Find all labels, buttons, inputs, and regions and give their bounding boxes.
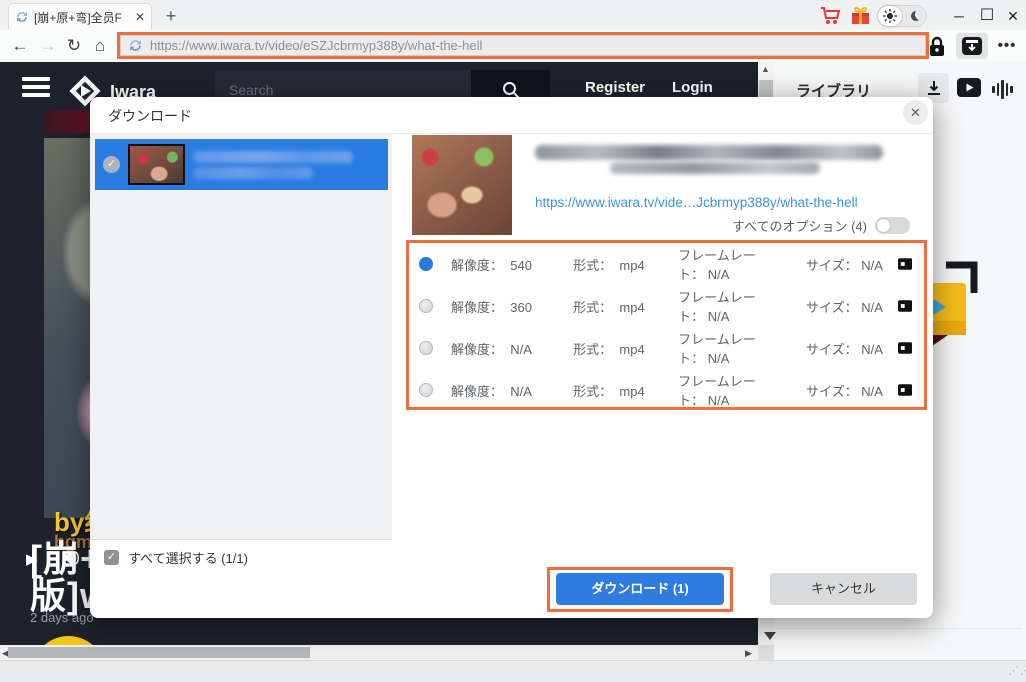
library-audio-tab[interactable] [992,79,1013,99]
format-options-box: 解像度： 540 形式： mp4 フレームレート： N/A サイズ： N/A 解… [406,240,927,410]
list-item[interactable]: ✓ [95,139,388,190]
scroll-up-icon[interactable]: ▲ [761,64,770,74]
dark-mode-segment[interactable] [902,6,926,26]
scrollbar-corner [758,645,774,660]
cancel-button[interactable]: キャンセル [770,573,917,605]
all-options-row: すべてのオプション (4) [90,216,910,234]
library-video-tab[interactable] [957,78,981,97]
home-button[interactable]: ⌂ [88,33,112,59]
theme-toggle[interactable] [877,5,927,27]
item-thumbnail [128,144,185,185]
status-bar [0,660,1026,682]
item-checkbox[interactable]: ✓ [103,156,120,173]
item-title-censored [193,150,353,163]
dropdown-caret-icon[interactable] [764,632,776,640]
video-type-icon [897,384,912,396]
video-type-icon [897,300,912,312]
browser-tab[interactable]: [崩+原+弯]全员F ✕ [8,3,152,30]
list-separator [90,539,392,540]
format-value: mp4 [619,257,645,273]
vertical-scroll-thumb[interactable] [759,80,773,98]
video-icon [957,78,981,97]
site-sync-icon [130,40,141,51]
tab-favicon-sync-icon [17,12,27,22]
horizontal-scroll-thumb[interactable] [8,647,310,658]
avatar[interactable] [32,636,105,645]
radio-unselected[interactable] [419,341,433,355]
detail-url-link[interactable]: https://www.iwara.tv/vide…Jcbrmyp388y/wh… [535,195,858,210]
video-age: 2 days ago [30,610,94,625]
lock-icon[interactable] [928,36,946,57]
library-separator [776,628,1022,629]
search-input[interactable] [229,82,457,98]
reload-button[interactable]: ↻ [62,33,86,59]
video-type-icon [897,258,912,270]
format-option-row[interactable]: 解像度： N/A 形式： mp4 フレームレート： N/A サイズ： N/A [409,369,924,411]
dialog-title: ダウンロード [108,108,192,124]
minimize-button[interactable]: ─ [948,6,970,26]
back-button[interactable]: ← [8,33,32,59]
sun-icon [883,9,897,23]
resolution-label: 解像度： [451,257,504,273]
moon-icon [911,11,919,21]
radio-unselected[interactable] [419,383,433,397]
url-text[interactable]: https://www.iwara.tv/video/eSZJcbrmyp388… [150,38,482,53]
register-link[interactable]: Register [585,79,645,96]
gift-icon[interactable] [850,5,871,26]
window-close-button[interactable]: ✕ [1002,6,1024,26]
format-label: 形式： [573,257,613,273]
detail-title-censored [535,145,883,160]
dialog-item-list: ✓ ✓ すべて選択する (1/1) [90,134,392,566]
all-options-toggle[interactable] [875,216,910,234]
select-all-checkbox[interactable]: ✓ [104,550,119,565]
radio-selected[interactable] [419,257,433,271]
tab-title: [崩+原+弯]全员F [34,10,123,25]
toggle-knob [876,217,891,233]
login-link[interactable]: Login [672,79,713,96]
forward-button[interactable]: → [36,33,60,59]
tab-close-icon[interactable]: ✕ [135,10,145,24]
address-bar[interactable]: https://www.iwara.tv/video/eSZJcbrmyp388… [117,32,929,59]
format-option-row[interactable]: 解像度： 540 形式： mp4 フレームレート： N/A サイズ： N/A [409,243,924,285]
new-tab-button[interactable]: + [160,5,182,27]
format-option-row[interactable]: 解像度： N/A 形式： mp4 フレームレート： N/A サイズ： N/A [409,327,924,369]
radio-unselected[interactable] [419,299,433,313]
format-option-row[interactable]: 解像度： 360 形式： mp4 フレームレート： N/A サイズ： N/A [409,285,924,327]
scroll-right-icon[interactable]: ▶ [745,648,752,659]
select-all-row[interactable]: ✓ すべて選択する (1/1) [104,548,248,567]
cart-icon[interactable] [820,7,842,25]
resolution-value: 540 [510,257,532,273]
download-icon [927,81,940,95]
download-manager-button[interactable] [956,33,988,59]
resize-grip[interactable]: ⋰⋰ [1008,664,1026,677]
size-label: サイズ： [806,257,858,273]
size-value: N/A [861,257,883,273]
light-mode-segment[interactable] [878,6,902,26]
more-menu-button[interactable]: ••• [994,33,1020,59]
tab-strip [0,0,1026,30]
menu-icon[interactable] [22,77,50,97]
select-all-label: すべて選択する (1/1) [128,551,248,566]
detail-title-censored-2 [610,162,820,174]
all-options-label: すべてのオプション (4) [731,218,867,234]
maximize-button[interactable]: ☐ [976,6,998,26]
video-download-icon [962,37,982,55]
framerate-value: N/A [707,267,730,282]
download-dialog: ダウンロード ✕ ✓ ✓ すべて選択する (1/1) https://www.i… [90,97,933,618]
download-button[interactable]: ダウンロード (1) [556,573,724,605]
video-type-icon [897,342,912,354]
dialog-close-button[interactable]: ✕ [903,100,928,125]
item-subtitle-censored [193,166,313,179]
